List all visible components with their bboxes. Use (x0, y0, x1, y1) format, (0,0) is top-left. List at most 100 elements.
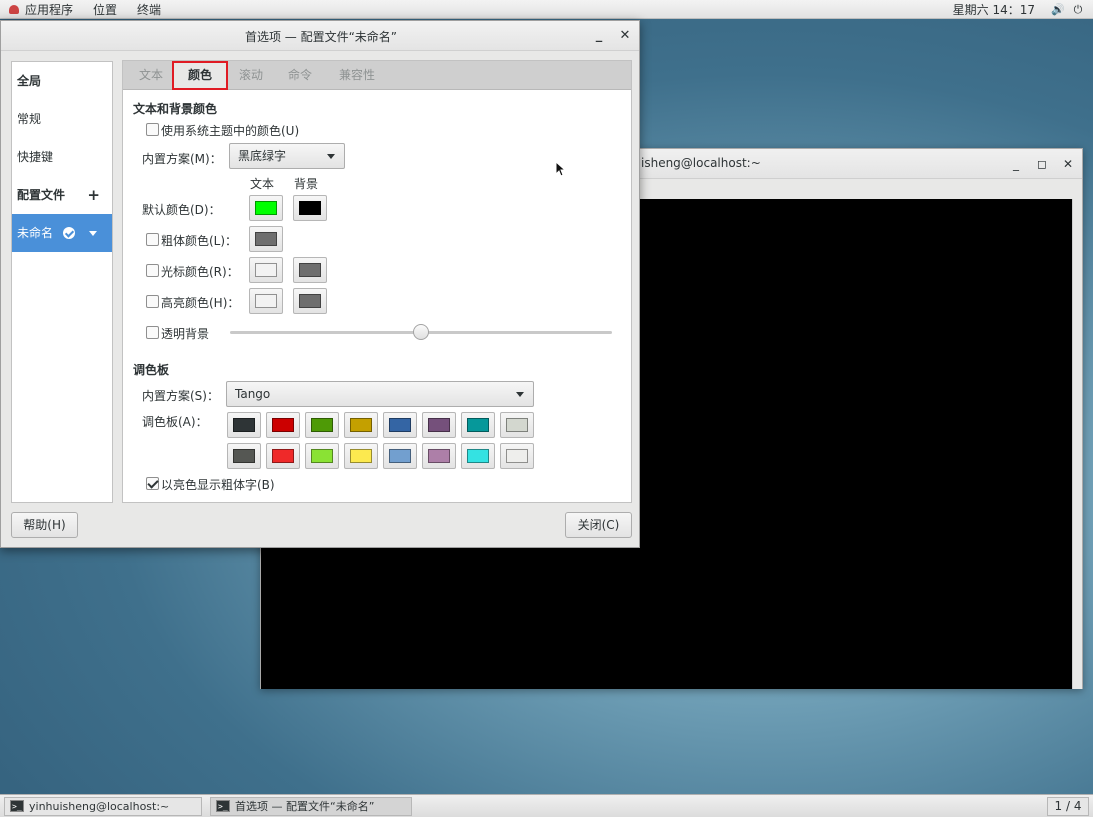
color-swatch (299, 263, 321, 277)
terminal-app-menu[interactable]: 终端 (125, 0, 169, 19)
minimize-icon[interactable]: _ (1006, 154, 1026, 174)
tab-command[interactable]: 命令 (280, 61, 320, 90)
palette-scheme-value: Tango (235, 387, 271, 401)
color-swatch (299, 294, 321, 308)
terminal-scrollbar[interactable] (1072, 199, 1082, 689)
sidebar-item-profile-unnamed[interactable]: 未命名 (12, 214, 112, 252)
transparent-bg-checkbox[interactable] (146, 326, 159, 339)
chevron-down-icon (516, 392, 524, 397)
color-swatch (428, 418, 450, 432)
sidebar-item-label: 快捷键 (17, 150, 54, 164)
tab-scrolling[interactable]: 滚动 (231, 61, 271, 90)
palette-color-button[interactable] (227, 412, 261, 438)
tab-bar: 文本 颜色 滚动 命令 兼容性 (123, 61, 631, 90)
taskbar-item-label: yinhuisheng@localhost:~ (29, 800, 170, 813)
close-icon[interactable]: ✕ (1058, 154, 1078, 174)
palette-color-button[interactable] (461, 412, 495, 438)
builtin-scheme-dropdown[interactable]: 黑底绿字 (229, 143, 345, 169)
default-bg-color-button[interactable] (293, 195, 327, 221)
help-button[interactable]: 帮助(H) (11, 512, 78, 538)
sidebar-item-global[interactable]: 全局 (12, 62, 112, 100)
transparency-slider-handle[interactable] (413, 324, 429, 340)
color-swatch (272, 418, 294, 432)
default-check-icon (63, 227, 75, 239)
palette-color-button[interactable] (305, 412, 339, 438)
palette-color-button[interactable] (266, 412, 300, 438)
palette-color-button[interactable] (344, 443, 378, 469)
color-swatch (350, 449, 372, 463)
column-header-text: 文本 (250, 177, 275, 191)
power-icon[interactable]: ⏻ (1072, 3, 1084, 16)
palette-color-button[interactable] (383, 412, 417, 438)
color-swatch (233, 449, 255, 463)
places-menu[interactable]: 位置 (81, 0, 125, 19)
minimize-icon[interactable]: _ (589, 26, 609, 46)
palette-color-button[interactable] (422, 443, 456, 469)
clock[interactable]: 星期六 14：17 (953, 1, 1035, 18)
taskbar-item-preferences[interactable]: 首选项 — 配置文件“未命名” (210, 797, 412, 816)
highlight-bg-color-button[interactable] (293, 288, 327, 314)
chevron-down-icon (327, 154, 335, 159)
sidebar-item-shortcuts[interactable]: 快捷键 (12, 138, 112, 176)
color-swatch (506, 449, 528, 463)
color-swatch (350, 418, 372, 432)
palette-color-button[interactable] (266, 443, 300, 469)
palette-scheme-dropdown[interactable]: Tango (226, 381, 534, 407)
color-swatch (255, 201, 277, 215)
tab-compatibility[interactable]: 兼容性 (329, 61, 385, 90)
use-system-theme-checkbox[interactable] (146, 123, 159, 136)
places-label: 位置 (93, 2, 118, 17)
preferences-sidebar: 全局 常规 快捷键 配置文件 + 未命名 (11, 61, 113, 503)
color-swatch (389, 449, 411, 463)
chevron-down-icon[interactable] (89, 231, 97, 236)
section-title-palette: 调色板 (133, 363, 170, 377)
terminal-title: isheng@localhost:~ (641, 156, 761, 170)
palette-color-button[interactable] (383, 443, 417, 469)
highlight-color-checkbox[interactable] (146, 295, 159, 308)
use-system-theme-label: 使用系统主题中的颜色(U) (161, 124, 300, 138)
sidebar-item-label: 常规 (17, 112, 42, 126)
bold-color-button[interactable] (249, 226, 283, 252)
cursor-color-checkbox[interactable] (146, 264, 159, 277)
dialog-titlebar[interactable]: 首选项 — 配置文件“未命名” _ ✕ (1, 21, 639, 51)
color-swatch (311, 449, 333, 463)
palette-color-button[interactable] (422, 412, 456, 438)
cursor-color-label: 光标颜色(R)： (161, 265, 239, 279)
cursor-bg-color-button[interactable] (293, 257, 327, 283)
palette-color-button[interactable] (500, 443, 534, 469)
close-icon[interactable]: ✕ (615, 26, 635, 46)
color-swatch (255, 263, 277, 277)
tab-text[interactable]: 文本 (131, 61, 171, 90)
volume-icon[interactable]: 🔊 (1051, 3, 1065, 16)
bold-bright-checkbox[interactable] (146, 477, 159, 490)
highlight-text-color-button[interactable] (249, 288, 283, 314)
close-button[interactable]: 关闭(C) (565, 512, 632, 538)
workspace-pager[interactable]: 1 / 4 (1047, 797, 1089, 816)
preferences-content: 文本 颜色 滚动 命令 兼容性 文本和背景颜色 使用系统主题中的颜色(U) 内置… (122, 60, 632, 503)
default-text-color-button[interactable] (249, 195, 283, 221)
color-swatch (311, 418, 333, 432)
palette-color-button[interactable] (500, 412, 534, 438)
highlight-color-label: 高亮颜色(H)： (161, 296, 240, 310)
applications-menu[interactable]: 应用程序 (0, 0, 81, 19)
color-swatch (389, 418, 411, 432)
palette-color-button[interactable] (305, 443, 339, 469)
taskbar-item-terminal[interactable]: yinhuisheng@localhost:~ (4, 797, 202, 816)
tab-colors[interactable]: 颜色 (172, 61, 228, 90)
add-profile-button[interactable]: + (87, 176, 100, 214)
color-swatch (428, 449, 450, 463)
color-swatch (255, 294, 277, 308)
maximize-icon[interactable]: ◻ (1032, 154, 1052, 174)
terminal-icon (10, 798, 24, 815)
sidebar-item-general[interactable]: 常规 (12, 100, 112, 138)
sidebar-item-label: 全局 (17, 74, 42, 88)
transparent-bg-label: 透明背景 (161, 327, 210, 341)
color-swatch (233, 418, 255, 432)
palette-color-button[interactable] (344, 412, 378, 438)
dialog-title: 首选项 — 配置文件“未命名” (244, 30, 398, 44)
palette-color-button[interactable] (461, 443, 495, 469)
bottom-taskbar: yinhuisheng@localhost:~ 首选项 — 配置文件“未命名” … (0, 794, 1093, 817)
cursor-text-color-button[interactable] (249, 257, 283, 283)
bold-color-checkbox[interactable] (146, 233, 159, 246)
palette-color-button[interactable] (227, 443, 261, 469)
